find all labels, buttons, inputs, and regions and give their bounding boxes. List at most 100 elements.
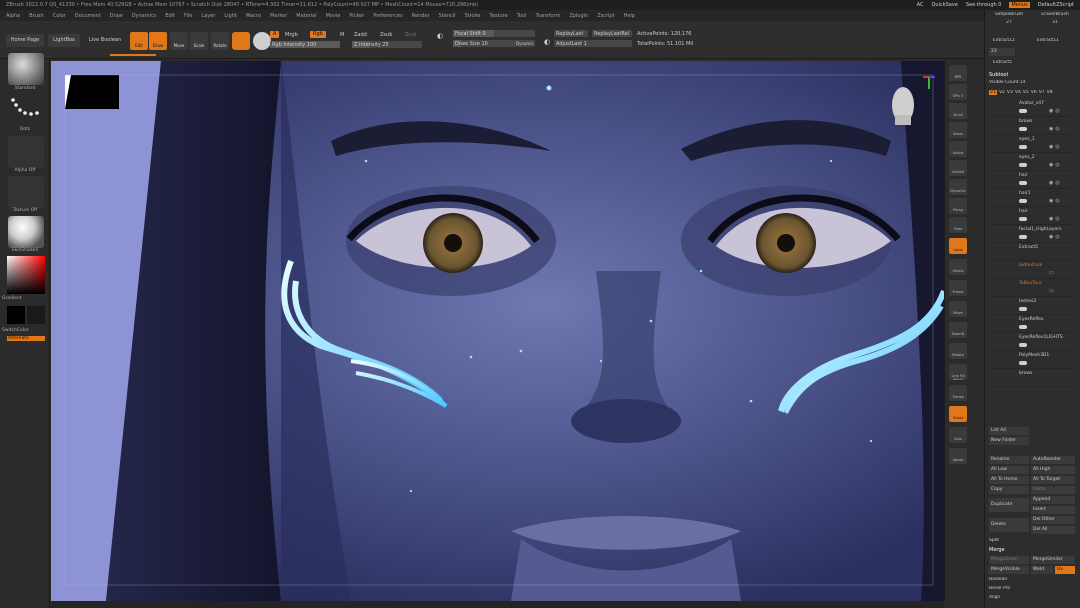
- menu-brush[interactable]: Brush: [29, 13, 43, 19]
- color-picker-swatch[interactable]: [7, 256, 45, 294]
- color-sphere-icon[interactable]: [253, 32, 271, 50]
- folder-item[interactable]: ToBouTour ▭: [989, 280, 1077, 297]
- live-boolean-button[interactable]: Live Boolean: [84, 34, 126, 47]
- a-toggle[interactable]: A: [270, 31, 280, 38]
- menu-preferences[interactable]: Preferences: [373, 13, 402, 19]
- tab-v4[interactable]: V4: [1015, 90, 1021, 95]
- menu-render[interactable]: Render: [412, 13, 430, 19]
- home-page-button[interactable]: Home Page: [6, 34, 44, 47]
- split-section[interactable]: Split: [989, 538, 1077, 543]
- visibility-toggle[interactable]: [1019, 307, 1027, 311]
- menu-zscript[interactable]: Zscript: [597, 13, 614, 19]
- all-to-home-button[interactable]: All To Home: [989, 476, 1029, 484]
- canvas-viewport[interactable]: [51, 61, 944, 601]
- default-zscript-button[interactable]: DefaultZScript: [1038, 2, 1074, 8]
- draw-tool-button[interactable]: Draw: [149, 32, 167, 50]
- ghost-button[interactable]: Ghost: [949, 406, 967, 422]
- rotate-view-button[interactable]: Rotate: [949, 343, 967, 359]
- persp-button[interactable]: Persp: [949, 198, 967, 214]
- visibility-toggle[interactable]: [1019, 325, 1027, 329]
- tool-count-stepper[interactable]: 23: [989, 48, 1015, 56]
- eye-icon[interactable]: ◉◎: [1049, 108, 1062, 114]
- polyframe-button[interactable]: Line Fill PolyF: [949, 364, 967, 380]
- all-high-button[interactable]: All High: [1031, 466, 1075, 474]
- folder-item[interactable]: Ipdtexture ▭: [989, 262, 1077, 279]
- alpha-slot-icon[interactable]: [8, 136, 44, 168]
- all-to-target-button[interactable]: All To Target: [1031, 476, 1075, 484]
- actual-button[interactable]: Actual: [949, 141, 967, 157]
- standard-brush-icon[interactable]: [8, 53, 44, 85]
- subtool-item[interactable]: Extract5: [989, 244, 1077, 261]
- paste-button[interactable]: Paste: [1031, 486, 1075, 494]
- visibility-toggle[interactable]: [1019, 127, 1027, 131]
- tab-v5[interactable]: V5: [1023, 90, 1029, 95]
- menu-material[interactable]: Material: [296, 13, 316, 19]
- material-sphere-icon[interactable]: [232, 32, 250, 50]
- mrgb-toggle[interactable]: Mrgb: [285, 32, 298, 38]
- scale-tool-button[interactable]: Scale: [190, 32, 208, 50]
- bevel-pro-section[interactable]: Bevel Pro: [989, 586, 1077, 591]
- zsub-toggle[interactable]: Zsub: [380, 32, 392, 38]
- aahalf-button[interactable]: AAHalf: [949, 160, 967, 176]
- menu-file[interactable]: File: [184, 13, 192, 19]
- new-folder-button[interactable]: New Folder: [989, 437, 1029, 445]
- transp-button[interactable]: Transp: [949, 385, 967, 401]
- subtool-item[interactable]: hair ◉◎: [989, 172, 1077, 189]
- subtool-item[interactable]: EyesReflex: [989, 316, 1077, 333]
- append-button[interactable]: Append: [1031, 496, 1075, 504]
- simple-brush-thumb[interactable]: SimpleBrush: [989, 12, 1029, 17]
- duplicate-button[interactable]: Duplicate: [989, 498, 1029, 512]
- dynamic-toggle[interactable]: Dynamic: [516, 41, 534, 46]
- subtool-item[interactable]: lashes2: [989, 298, 1077, 315]
- boolean-section[interactable]: Boolean: [989, 577, 1077, 582]
- bpr-button[interactable]: BPR: [949, 65, 967, 81]
- move-tool-button[interactable]: Move: [170, 32, 188, 50]
- eye-icon[interactable]: ◉◎: [1049, 162, 1062, 168]
- zcut-toggle[interactable]: Zcut: [405, 32, 416, 38]
- floor-button[interactable]: Floor: [949, 217, 967, 233]
- all-low-button[interactable]: All Low: [989, 466, 1029, 474]
- tab-v8[interactable]: V8: [1047, 90, 1053, 95]
- see-through-slider[interactable]: See-through 0: [966, 2, 1002, 8]
- align-section[interactable]: Align: [989, 595, 1077, 600]
- merge-similar-button[interactable]: MergeSimilar: [1031, 556, 1075, 564]
- rgb-toggle[interactable]: Rgb: [310, 31, 326, 38]
- autoreorder-button[interactable]: AutoReorder: [1031, 456, 1075, 464]
- menu-movie[interactable]: Movie: [326, 13, 341, 19]
- dots-stroke-icon[interactable]: [8, 94, 44, 126]
- switch-color-button[interactable]: SwitchColor: [2, 328, 48, 333]
- visibility-toggle[interactable]: [1019, 109, 1027, 113]
- material-sphere-icon[interactable]: [8, 216, 44, 248]
- visibility-toggle[interactable]: [1019, 343, 1027, 347]
- dynamic-button[interactable]: Dynamic: [949, 179, 967, 195]
- menu-zplugin[interactable]: Zplugin: [569, 13, 588, 19]
- m-toggle[interactable]: M: [340, 32, 344, 38]
- scroll-button[interactable]: Scroll: [949, 103, 967, 119]
- subtool-item[interactable]: PolyMesh3D1: [989, 352, 1077, 369]
- menu-edit[interactable]: Edit: [165, 13, 175, 19]
- zoomd-button[interactable]: ZoomD: [949, 322, 967, 338]
- menu-draw[interactable]: Draw: [110, 13, 123, 19]
- subtool-item[interactable]: hair ◉◎: [989, 208, 1077, 225]
- move-view-button[interactable]: Move: [949, 301, 967, 317]
- zoom-button[interactable]: Zoom: [949, 122, 967, 138]
- visibility-toggle[interactable]: [1019, 181, 1027, 185]
- menu-layer[interactable]: Layer: [201, 13, 215, 19]
- copy-button[interactable]: Copy: [989, 486, 1029, 494]
- eye-icon[interactable]: ◉◎: [1049, 198, 1062, 204]
- visibility-toggle[interactable]: [1019, 145, 1027, 149]
- lightbox-button[interactable]: LightBox: [48, 34, 80, 47]
- eraser-brush-thumb[interactable]: EraserBrush: [1033, 12, 1077, 17]
- visibility-toggle[interactable]: [1019, 163, 1027, 167]
- visibility-toggle[interactable]: [1019, 199, 1027, 203]
- gizmo-button[interactable]: Gizmo: [949, 259, 967, 275]
- alternate-button[interactable]: Alternate: [7, 336, 45, 341]
- subtool-item[interactable]: brows: [989, 370, 1077, 387]
- insert-button[interactable]: Insert: [1031, 506, 1075, 514]
- menu-texture[interactable]: Texture: [489, 13, 507, 19]
- weld-button[interactable]: Weld: [1031, 566, 1053, 574]
- visibility-toggle[interactable]: [1019, 361, 1027, 365]
- menu-stencil[interactable]: Stencil: [439, 13, 456, 19]
- zadd-toggle[interactable]: Zadd: [354, 32, 367, 38]
- rename-button[interactable]: Rename: [989, 456, 1029, 464]
